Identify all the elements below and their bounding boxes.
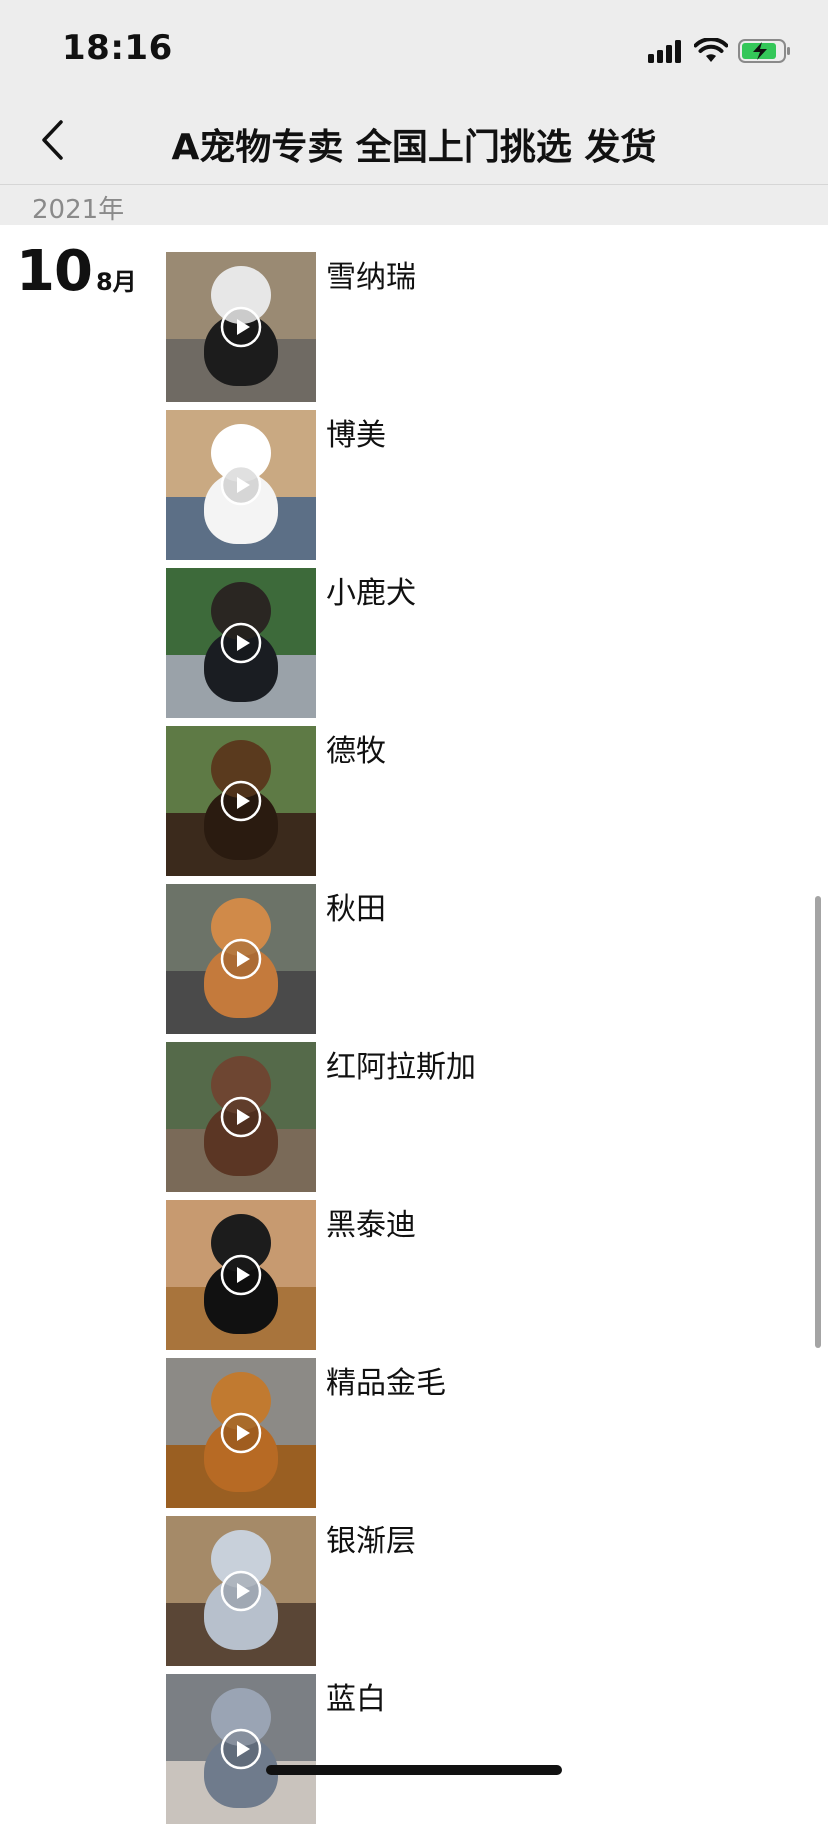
play-icon bbox=[220, 1254, 262, 1296]
post-item[interactable]: 秋田 bbox=[166, 884, 786, 1034]
play-icon bbox=[220, 464, 262, 506]
post-item[interactable]: 精品金毛 bbox=[166, 1358, 786, 1508]
post-item[interactable]: 德牧 bbox=[166, 726, 786, 876]
video-thumbnail[interactable] bbox=[166, 568, 316, 718]
post-caption: 蓝白 bbox=[326, 1682, 386, 1717]
play-icon bbox=[220, 1412, 262, 1454]
post-item[interactable]: 雪纳瑞 bbox=[166, 252, 786, 402]
play-icon bbox=[220, 780, 262, 822]
status-icons bbox=[648, 36, 792, 66]
post-caption: 红阿拉斯加 bbox=[326, 1050, 476, 1085]
home-indicator[interactable] bbox=[266, 1765, 562, 1775]
play-icon bbox=[220, 1728, 262, 1770]
play-icon bbox=[220, 1570, 262, 1612]
video-thumbnail[interactable] bbox=[166, 252, 316, 402]
scrollbar[interactable] bbox=[815, 896, 821, 1348]
post-item[interactable]: 红阿拉斯加 bbox=[166, 1042, 786, 1192]
post-item[interactable]: 黑泰迪 bbox=[166, 1200, 786, 1350]
chevron-left-icon bbox=[39, 119, 65, 165]
year-header: 2021年 bbox=[0, 185, 828, 225]
wifi-icon bbox=[694, 38, 728, 64]
video-thumbnail[interactable] bbox=[166, 1516, 316, 1666]
post-caption: 德牧 bbox=[326, 734, 386, 769]
cellular-signal-icon bbox=[648, 39, 684, 63]
post-item[interactable]: 蓝白 bbox=[166, 1674, 786, 1824]
video-thumbnail[interactable] bbox=[166, 410, 316, 560]
date-label: 10 8月 bbox=[16, 244, 137, 300]
battery-charging-icon bbox=[738, 38, 792, 64]
play-icon bbox=[220, 306, 262, 348]
status-time: 18:16 bbox=[62, 28, 173, 68]
back-button[interactable] bbox=[24, 114, 80, 170]
post-caption: 雪纳瑞 bbox=[326, 260, 416, 295]
video-thumbnail[interactable] bbox=[166, 1042, 316, 1192]
page-title: A宠物专卖 全国上门挑选 发货 bbox=[171, 127, 657, 168]
post-caption: 精品金毛 bbox=[326, 1366, 446, 1401]
moments-post-list: 雪纳瑞 博美 小鹿犬 德牧 秋田 红阿拉斯加 黑泰迪 精品金毛 银渐层 蓝白 bbox=[166, 252, 786, 1832]
status-bar: 18:16 bbox=[0, 0, 828, 100]
date-month: 8月 bbox=[95, 268, 137, 296]
post-caption: 银渐层 bbox=[326, 1524, 416, 1559]
post-caption: 秋田 bbox=[326, 892, 386, 927]
video-thumbnail[interactable] bbox=[166, 1200, 316, 1350]
post-item[interactable]: 银渐层 bbox=[166, 1516, 786, 1666]
post-caption: 博美 bbox=[326, 418, 386, 453]
post-caption: 黑泰迪 bbox=[326, 1208, 416, 1243]
date-day: 10 bbox=[16, 239, 93, 304]
video-thumbnail[interactable] bbox=[166, 884, 316, 1034]
play-icon bbox=[220, 938, 262, 980]
year-label: 2021年 bbox=[32, 195, 125, 225]
post-item[interactable]: 博美 bbox=[166, 410, 786, 560]
navigation-bar: A宠物专卖 全国上门挑选 发货 bbox=[0, 100, 828, 185]
play-icon bbox=[220, 622, 262, 664]
video-thumbnail[interactable] bbox=[166, 1674, 316, 1824]
play-icon bbox=[220, 1096, 262, 1138]
post-item[interactable]: 小鹿犬 bbox=[166, 568, 786, 718]
video-thumbnail[interactable] bbox=[166, 1358, 316, 1508]
post-caption: 小鹿犬 bbox=[326, 576, 416, 611]
video-thumbnail[interactable] bbox=[166, 726, 316, 876]
